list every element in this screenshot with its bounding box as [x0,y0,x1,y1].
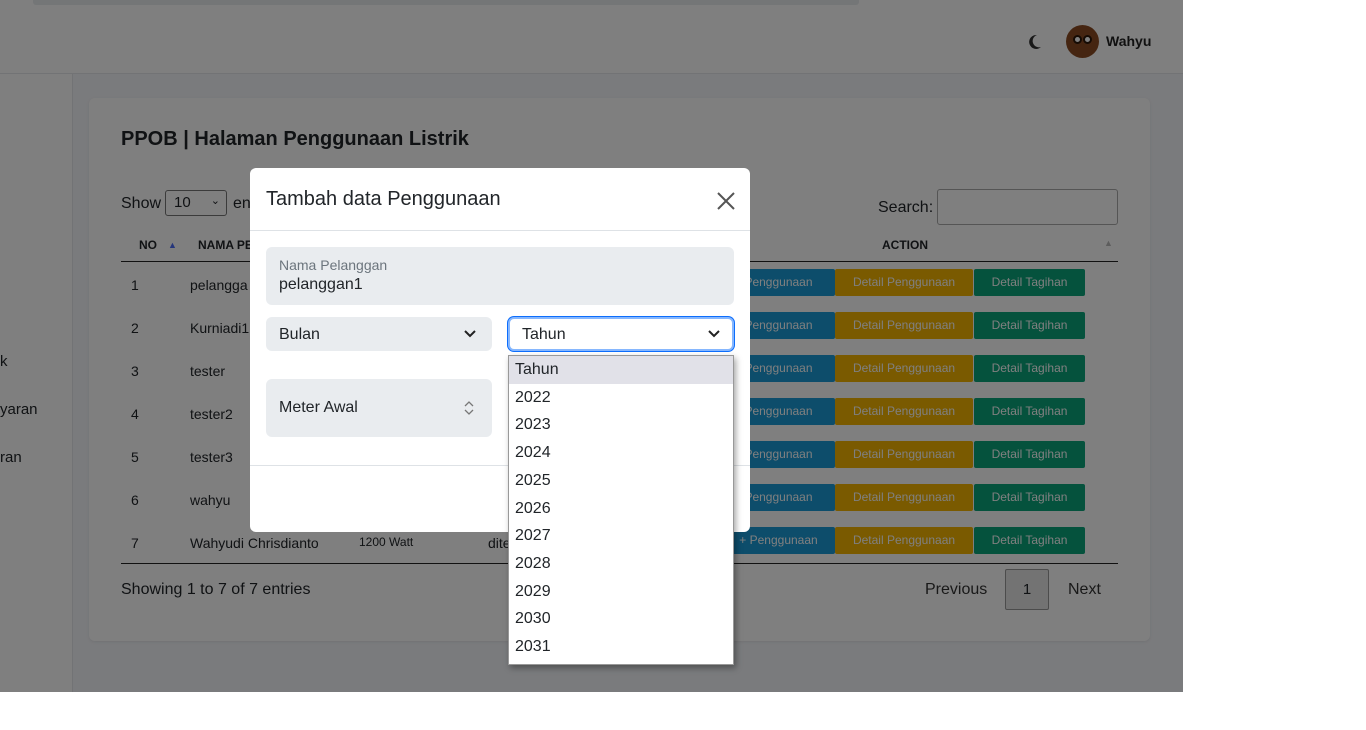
spinner-icon[interactable] [463,400,475,416]
nama-pelanggan-field[interactable]: Nama Pelanggan pelanggan1 [266,247,734,305]
tahun-option[interactable]: 2031 [509,633,733,661]
tahun-value: Tahun [522,326,566,343]
bulan-value: Bulan [279,326,320,343]
modal-header-divider [250,230,750,231]
tahun-option[interactable]: 2026 [509,495,733,523]
tahun-option[interactable]: Tahun [509,356,733,384]
tahun-option[interactable]: 2024 [509,439,733,467]
tahun-option[interactable]: 2029 [509,578,733,606]
meter-awal-input[interactable]: Meter Awal [266,379,492,437]
tahun-select[interactable]: Tahun [508,317,734,351]
modal-title: Tambah data Penggunaan [266,188,501,210]
nama-pelanggan-value: pelanggan1 [279,276,363,293]
meter-awal-placeholder: Meter Awal [279,399,358,416]
tahun-option[interactable]: 2022 [509,384,733,412]
nama-pelanggan-label: Nama Pelanggan [279,257,388,273]
app-viewport: Wahyu k yaran ran PPOB | Halaman Penggun… [0,0,1183,692]
tahun-dropdown-list: Tahun 2022 2023 2024 2025 2026 2027 2028 2029 203… [508,355,734,665]
close-icon[interactable] [715,190,737,212]
tahun-option[interactable]: 2028 [509,550,733,578]
chevron-down-icon [464,330,476,338]
bulan-select[interactable]: Bulan [266,317,492,351]
tahun-option[interactable]: 2023 [509,411,733,439]
tahun-option[interactable]: 2030 [509,605,733,633]
chevron-down-icon [708,330,720,338]
tahun-option[interactable]: 2027 [509,522,733,550]
tahun-option[interactable]: 2025 [509,467,733,495]
